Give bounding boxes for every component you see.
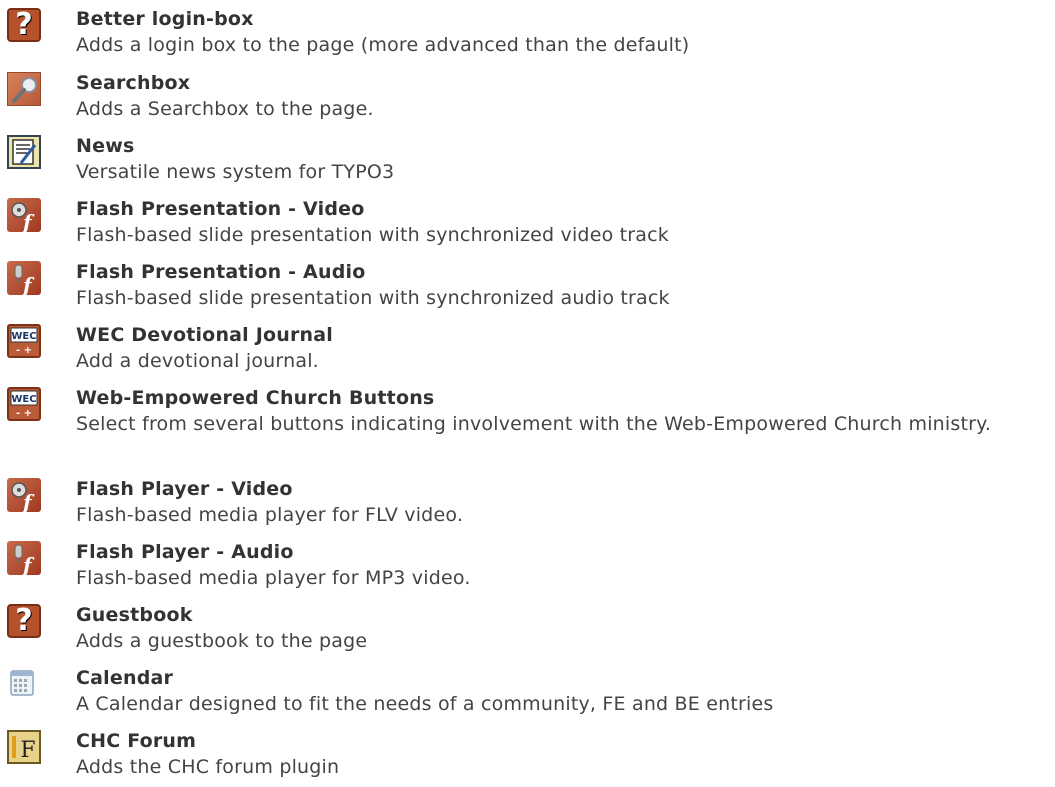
flash-film-icon: f bbox=[7, 478, 41, 512]
plugin-title: Calendar bbox=[76, 667, 174, 689]
plugin-title: Flash Presentation - Video bbox=[76, 198, 365, 220]
plugin-description: Flash-based media player for FLV video. bbox=[76, 504, 464, 526]
plugin-title: Searchbox bbox=[76, 72, 191, 94]
flash-film-icon: f bbox=[7, 198, 41, 232]
flash-audio-icon: f bbox=[7, 541, 41, 575]
wec-icon: WEC - + bbox=[7, 324, 41, 358]
question-icon: ? bbox=[7, 604, 41, 638]
plugin-description: Flash-based slide presentation with sync… bbox=[76, 287, 670, 309]
svg-text:- +: - + bbox=[16, 408, 32, 419]
svg-text:F: F bbox=[20, 738, 35, 762]
plugin-title: Flash Player - Video bbox=[76, 478, 293, 500]
forum-icon: F bbox=[7, 730, 41, 764]
svg-text:WEC: WEC bbox=[11, 394, 36, 405]
plugin-description: Flash-based media player for MP3 video. bbox=[76, 567, 471, 589]
svg-text:f: f bbox=[21, 273, 35, 295]
svg-text:f: f bbox=[21, 553, 35, 575]
plugin-description: Select from several buttons indicating i… bbox=[76, 413, 992, 435]
plugin-description: Adds a guestbook to the page bbox=[76, 630, 368, 652]
plugin-description: Adds the CHC forum plugin bbox=[76, 756, 340, 778]
plugin-description: Adds a Searchbox to the page. bbox=[76, 98, 374, 120]
svg-text:- +: - + bbox=[16, 345, 32, 356]
magnifier-icon bbox=[7, 72, 41, 106]
newspaper-icon bbox=[7, 135, 41, 169]
flash-audio-icon: f bbox=[7, 261, 41, 295]
plugin-description: Versatile news system for TYPO3 bbox=[76, 161, 395, 183]
plugin-title: Flash Player - Audio bbox=[76, 541, 294, 563]
wec-icon: WEC - + bbox=[7, 387, 41, 421]
plugin-title: CHC Forum bbox=[76, 730, 197, 752]
plugin-description: Add a devotional journal. bbox=[76, 350, 319, 372]
plugin-title: Guestbook bbox=[76, 604, 193, 626]
plugin-title: WEC Devotional Journal bbox=[76, 324, 333, 346]
plugin-title: News bbox=[76, 135, 135, 157]
calendar-icon bbox=[9, 669, 35, 697]
plugin-description: A Calendar designed to fit the needs of … bbox=[76, 693, 774, 715]
question-icon: ? bbox=[7, 8, 41, 42]
svg-text:WEC: WEC bbox=[11, 331, 36, 342]
svg-text:f: f bbox=[21, 210, 35, 232]
plugin-title: Web-Empowered Church Buttons bbox=[76, 387, 435, 409]
plugin-title: Better login-box bbox=[76, 8, 254, 30]
plugin-description: Flash-based slide presentation with sync… bbox=[76, 224, 670, 246]
plugin-description: Adds a login box to the page (more advan… bbox=[76, 34, 690, 56]
svg-text:f: f bbox=[21, 490, 35, 512]
plugin-title: Flash Presentation - Audio bbox=[76, 261, 366, 283]
